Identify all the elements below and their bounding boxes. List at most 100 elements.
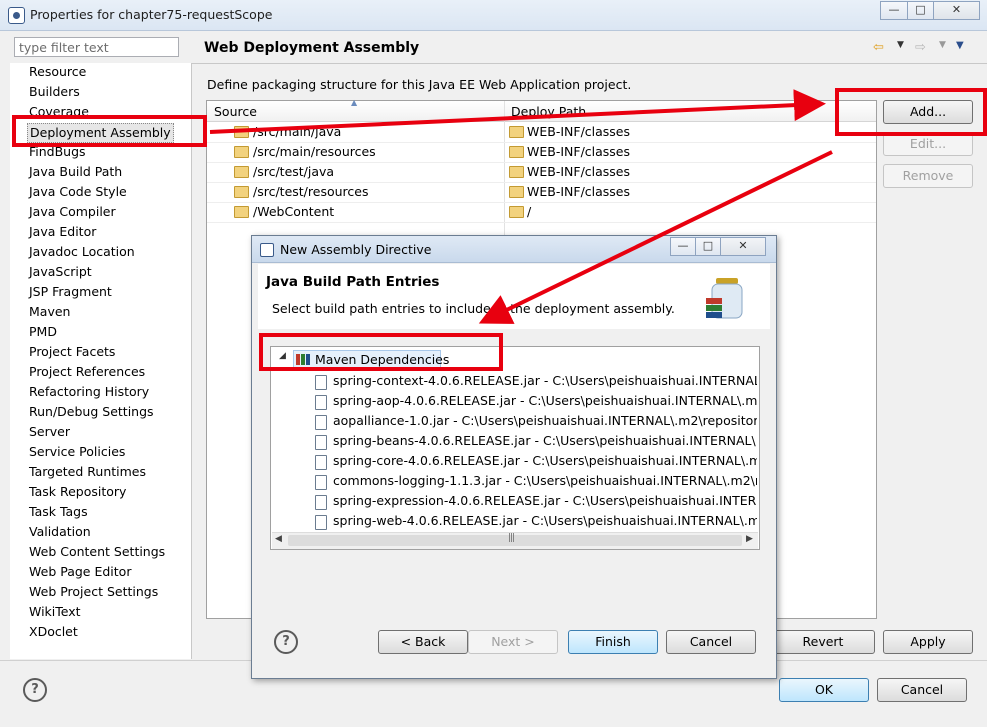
- nav-item-service-policies[interactable]: Service Policies: [29, 443, 125, 461]
- jar-entry[interactable]: aopalliance-1.0.jar - C:\Users\peishuais…: [333, 411, 757, 431]
- next-button[interactable]: Next >: [468, 630, 558, 654]
- deploy-path-cell: WEB-INF/classes: [527, 164, 631, 179]
- nav-item-maven[interactable]: Maven: [29, 303, 70, 321]
- jar-entry[interactable]: spring-expression-4.0.6.RELEASE.jar - C:…: [333, 491, 757, 511]
- dialog-titlebar: New Assembly Directive — □ ✕: [252, 236, 776, 263]
- source-cell: /src/main/java: [253, 124, 342, 139]
- window-titlebar: Properties for chapter75-requestScope — …: [0, 0, 987, 31]
- dialog-heading: Java Build Path Entries: [266, 274, 440, 290]
- nav-item-java-build-path[interactable]: Java Build Path: [29, 163, 122, 181]
- build-path-tree[interactable]: ◢ Maven Dependencies spring-context-4.0.…: [270, 346, 760, 550]
- folder-icon: [509, 166, 524, 178]
- nav-item-resource[interactable]: Resource: [29, 63, 86, 81]
- nav-item-validation[interactable]: Validation: [29, 523, 91, 541]
- ok-button[interactable]: OK: [779, 678, 869, 702]
- scroll-thumb[interactable]: |||: [288, 533, 742, 546]
- nav-item-project-facets[interactable]: Project Facets: [29, 343, 115, 361]
- jar-entry[interactable]: spring-web-4.0.6.RELEASE.jar - C:\Users\…: [333, 511, 757, 531]
- cancel-button[interactable]: Cancel: [877, 678, 967, 702]
- nav-item-wikitext[interactable]: WikiText: [29, 603, 81, 621]
- dialog-header-divider: [258, 328, 770, 329]
- back-arrow-icon[interactable]: ⇦: [873, 40, 884, 55]
- dialog-close-button[interactable]: ✕: [720, 237, 766, 256]
- folder-icon: [234, 206, 249, 218]
- highlight-deployment-assembly: [12, 115, 207, 147]
- nav-item-web-page-editor[interactable]: Web Page Editor: [29, 563, 131, 581]
- jar-entry[interactable]: spring-beans-4.0.6.RELEASE.jar - C:\User…: [333, 431, 757, 451]
- column-deploy-header[interactable]: Deploy Path: [511, 104, 586, 119]
- nav-item-builders[interactable]: Builders: [29, 83, 80, 101]
- nav-item-targeted-runtimes[interactable]: Targeted Runtimes: [29, 463, 146, 481]
- folder-icon: [509, 186, 524, 198]
- nav-item-web-content-settings[interactable]: Web Content Settings: [29, 543, 165, 561]
- nav-item-jsp-fragment[interactable]: JSP Fragment: [29, 283, 112, 301]
- nav-item-javascript[interactable]: JavaScript: [29, 263, 92, 281]
- jar-file-icon: [315, 455, 327, 470]
- header-separator: [192, 63, 987, 64]
- remove-button[interactable]: Remove: [883, 164, 973, 188]
- tree-horizontal-scrollbar[interactable]: ◀ ||| ▶: [272, 532, 758, 549]
- nav-item-refactoring-history[interactable]: Refactoring History: [29, 383, 149, 401]
- table-row[interactable]: /src/main/java WEB-INF/classes: [207, 122, 876, 143]
- window-title: Properties for chapter75-requestScope: [30, 7, 273, 22]
- dialog-app-icon: [260, 243, 274, 257]
- nav-item-task-repository[interactable]: Task Repository: [29, 483, 126, 501]
- nav-item-pmd[interactable]: PMD: [29, 323, 57, 341]
- folder-icon: [509, 126, 524, 138]
- highlight-add-button: [835, 88, 987, 136]
- column-source-header[interactable]: Source: [214, 104, 257, 119]
- nav-item-java-editor[interactable]: Java Editor: [29, 223, 96, 241]
- back-dropdown-icon[interactable]: ▼: [897, 40, 904, 50]
- source-cell: /src/main/resources: [253, 144, 376, 159]
- nav-item-java-compiler[interactable]: Java Compiler: [29, 203, 116, 221]
- nav-item-project-references[interactable]: Project References: [29, 363, 145, 381]
- apply-button[interactable]: Apply: [883, 630, 973, 654]
- nav-item-server[interactable]: Server: [29, 423, 70, 441]
- highlight-maven-dependencies: [259, 333, 503, 371]
- folder-icon: [234, 146, 249, 158]
- folder-icon: [234, 126, 249, 138]
- help-icon[interactable]: ?: [23, 678, 47, 702]
- scroll-right-icon[interactable]: ▶: [746, 534, 753, 544]
- nav-item-javadoc-location[interactable]: Javadoc Location: [29, 243, 135, 261]
- deploy-path-cell: WEB-INF/classes: [527, 144, 631, 159]
- jar-file-icon: [315, 375, 327, 390]
- table-row[interactable]: /src/test/resources WEB-INF/classes: [207, 182, 876, 203]
- dialog-subtitle: Select build path entries to include in …: [272, 301, 675, 316]
- table-row[interactable]: /src/test/java WEB-INF/classes: [207, 162, 876, 183]
- back-button[interactable]: < Back: [378, 630, 468, 654]
- jar-entry[interactable]: spring-aop-4.0.6.RELEASE.jar - C:\Users\…: [333, 391, 757, 411]
- revert-button[interactable]: Revert: [771, 630, 875, 654]
- jar-file-icon: [315, 515, 327, 530]
- dialog-cancel-button[interactable]: Cancel: [666, 630, 756, 654]
- folder-icon: [234, 186, 249, 198]
- folder-icon: [234, 166, 249, 178]
- jar-entry[interactable]: spring-core-4.0.6.RELEASE.jar - C:\Users…: [333, 451, 757, 471]
- nav-item-run-debug-settings[interactable]: Run/Debug Settings: [29, 403, 154, 421]
- filter-input[interactable]: type filter text: [14, 37, 179, 57]
- table-row[interactable]: /WebContent /: [207, 202, 876, 223]
- dialog-maximize-button[interactable]: □: [695, 237, 721, 256]
- eclipse-app-icon: [8, 7, 25, 24]
- jar-file-icon: [315, 495, 327, 510]
- close-button[interactable]: ✕: [933, 1, 980, 20]
- dialog-help-icon[interactable]: ?: [274, 630, 298, 654]
- finish-button[interactable]: Finish: [568, 630, 658, 654]
- view-menu-icon[interactable]: ▼: [956, 40, 964, 51]
- jar-entry[interactable]: commons-logging-1.1.3.jar - C:\Users\pei…: [333, 471, 757, 491]
- nav-item-xdoclet[interactable]: XDoclet: [29, 623, 78, 641]
- table-row[interactable]: /src/main/resources WEB-INF/classes: [207, 142, 876, 163]
- nav-item-task-tags[interactable]: Task Tags: [29, 503, 88, 521]
- jar-entry[interactable]: spring-context-4.0.6.RELEASE.jar - C:\Us…: [333, 371, 757, 391]
- forward-arrow-icon[interactable]: ⇨: [915, 40, 926, 55]
- scroll-left-icon[interactable]: ◀: [275, 534, 282, 544]
- folder-icon: [509, 206, 524, 218]
- dialog-minimize-button[interactable]: —: [670, 237, 696, 256]
- library-jar-icon: [704, 276, 748, 322]
- minimize-button[interactable]: —: [880, 1, 908, 20]
- maximize-button[interactable]: □: [907, 1, 934, 20]
- nav-item-java-code-style[interactable]: Java Code Style: [29, 183, 127, 201]
- forward-dropdown-icon[interactable]: ▼: [939, 40, 946, 50]
- nav-item-web-project-settings[interactable]: Web Project Settings: [29, 583, 158, 601]
- new-assembly-directive-dialog: New Assembly Directive — □ ✕ Java Build …: [251, 235, 777, 679]
